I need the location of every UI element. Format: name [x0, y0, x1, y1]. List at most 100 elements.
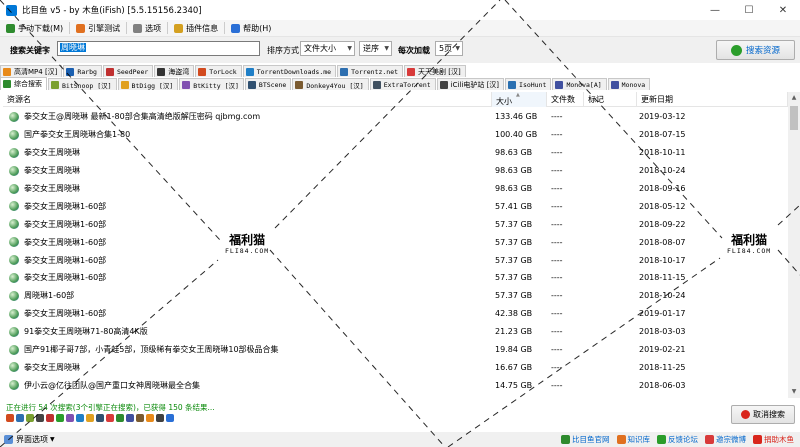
engine-status-icon: [46, 414, 54, 422]
engine-tab[interactable]: TorrentDownloads.me: [242, 65, 337, 77]
footer-link[interactable]: 知识库: [616, 434, 650, 445]
menu-icon: [174, 23, 184, 33]
menu-item[interactable]: 帮助(H): [227, 21, 275, 36]
table-row[interactable]: 周晓琳1-60部 57.37 GB ---- 2018-10-24: [3, 287, 788, 305]
row-date: 2018-09-22: [639, 219, 686, 229]
table-row[interactable]: 拳交女王周晓琳 98.63 GB ---- 2018-09-16: [3, 180, 788, 198]
engine-tab[interactable]: TorLock: [195, 65, 242, 77]
sort-select[interactable]: 文件大小 ▼: [300, 41, 355, 56]
column-header-name[interactable]: 资源名: [3, 92, 492, 107]
order-select[interactable]: 逆序 ▼: [359, 41, 392, 56]
engine-status-icon: [26, 414, 34, 422]
table-row[interactable]: 拳交女王周晓琳1-60部 57.37 GB ---- 2018-11-15: [3, 269, 788, 287]
table-row[interactable]: 伊小云@亿往团队@国产重口女神周晓琳最全合集 14.75 GB ---- 2018-0…: [3, 376, 788, 394]
engine-tab[interactable]: Rarbg: [63, 65, 102, 77]
row-name: 拳交女王周晓琳1-60部: [24, 309, 107, 319]
menu-item[interactable]: 选项: [129, 21, 165, 36]
row-count: ----: [551, 166, 563, 176]
table-row[interactable]: 拳交女王周晓琳1-60部 57.37 GB ---- 2018-10-17: [3, 251, 788, 269]
table-row[interactable]: 拳交女王周晓琳1-60部 57.37 GB ---- 2018-09-22: [3, 215, 788, 233]
engine-tab[interactable]: BtKitty [汉]: [179, 78, 244, 90]
maximize-icon[interactable]: ☐: [732, 0, 766, 20]
engine-tab-label: Rarbg: [77, 67, 97, 76]
row-size: 57.37 GB: [495, 273, 533, 283]
row-size: 14.75 GB: [495, 380, 533, 390]
cancel-search-button[interactable]: 取消搜索: [731, 405, 795, 424]
footer-link[interactable]: 邀宗微博: [705, 434, 746, 445]
vertical-scrollbar[interactable]: ▲ ▼: [788, 92, 800, 398]
engine-tab[interactable]: IsoHunt: [505, 78, 552, 90]
engine-tab[interactable]: Donkey4You [汉]: [292, 78, 369, 90]
window-title: 比目鱼 v5 - by 木鱼(iFish) [5.5.15156.2340]: [22, 6, 202, 16]
engine-icons: [6, 414, 176, 424]
table-row[interactable]: 拳交女王@周晓琳 最新1-80部合集高清绝版解压密码 qjbmg.com 133.…: [3, 108, 788, 126]
table-row[interactable]: 国产拳交女王周晓琳合集1-80 100.40 GB ---- 2018-07-15: [3, 126, 788, 144]
globe-icon: [9, 326, 19, 337]
engine-tab[interactable]: 海盗湾: [154, 65, 195, 77]
menu-item[interactable]: 引擎测试: [72, 21, 124, 36]
table-row[interactable]: 拳交女王周晓琳 98.63 GB ---- 2018-10-24: [3, 162, 788, 180]
engine-status-icon: [66, 414, 74, 422]
engine-tab[interactable]: Torrentz.net: [337, 65, 404, 77]
engine-tab[interactable]: BitSnoop [汉]: [48, 78, 117, 90]
table-row[interactable]: 拳交女王周晓琳 98.63 GB ---- 2018-10-11: [3, 144, 788, 162]
engine-icon: [295, 80, 304, 89]
table-row[interactable]: 国产91椰子哥7部，小青蛙5部，顶级稀有拳交女王周晓琳10部极品合集 19.84 …: [3, 341, 788, 359]
row-name: 91拳交女王周晓琳71-80高清4K版: [24, 327, 148, 337]
footer-link[interactable]: 反馈论坛: [657, 434, 698, 445]
row-name: 拳交女王周晓琳1-60部: [24, 273, 107, 283]
row-name-cell: 拳交女王周晓琳1-60部: [3, 219, 492, 230]
engine-status-icon: [76, 414, 84, 422]
scroll-up-icon[interactable]: ▲: [788, 92, 800, 104]
column-header-date[interactable]: 更新日期: [637, 92, 788, 107]
globe-icon: [9, 362, 19, 373]
row-date: 2018-10-24: [639, 291, 686, 301]
ui-options-button[interactable]: 界面选项 ▼: [4, 434, 55, 445]
search-input[interactable]: 周晓琳: [57, 41, 260, 56]
minimize-icon[interactable]: —: [698, 0, 732, 20]
engine-tab[interactable]: ExtraTorrent: [369, 78, 436, 90]
footer-link[interactable]: 比目鱼官网: [561, 434, 610, 445]
engine-tab[interactable]: Monova[A]: [552, 78, 607, 90]
table-row[interactable]: 91拳交女王周晓琳71-80高清4K版 21.23 GB ---- 2018-03-0…: [3, 323, 788, 341]
table-row[interactable]: 拳交女王周晓琳1-60部 42.38 GB ---- 2019-01-17: [3, 305, 788, 323]
engine-tab[interactable]: Monova: [607, 78, 651, 90]
scroll-down-icon[interactable]: ▼: [788, 386, 800, 398]
menu-separator: [69, 22, 71, 34]
row-count: ----: [551, 148, 563, 158]
table-row[interactable]: 拳交女王周晓琳 16.67 GB ---- 2018-11-25: [3, 358, 788, 376]
menu-icon: [6, 23, 15, 33]
column-header-count[interactable]: 文件数: [547, 92, 584, 107]
row-name: 拳交女王周晓琳1-60部: [24, 219, 107, 229]
close-icon[interactable]: ✕: [766, 0, 800, 20]
engine-icon: [245, 67, 254, 76]
batch-select[interactable]: 5页 ▼: [435, 41, 463, 56]
order-select-value: 逆序: [363, 44, 379, 53]
engine-tab-label: TorLock: [209, 67, 237, 76]
engine-icon: [340, 67, 349, 76]
row-date: 2018-10-11: [639, 148, 686, 158]
engine-status-icon: [126, 414, 134, 422]
engine-tab[interactable]: 天天美剧 [汉]: [404, 65, 466, 77]
list-header: 资源名 大小 文件数 标记 更新日期: [3, 92, 788, 107]
search-button[interactable]: 搜索资源: [716, 40, 795, 60]
table-row[interactable]: 拳交女王周晓琳1-60部 57.41 GB ---- 2018-05-12: [3, 197, 788, 215]
globe-icon: [9, 147, 19, 158]
table-row[interactable]: 拳交女王周晓琳1-60部 57.37 GB ---- 2018-08-07: [3, 233, 788, 251]
row-date: 2018-10-17: [639, 255, 686, 265]
engine-tab[interactable]: BtDigg [汉]: [117, 78, 179, 90]
scroll-thumb[interactable]: [790, 106, 798, 130]
column-header-tag[interactable]: 标记: [584, 92, 637, 107]
menu-item[interactable]: 插件信息: [170, 21, 222, 36]
footer-link[interactable]: 捐助木鱼: [753, 434, 794, 445]
engine-tab[interactable]: BTScene: [244, 78, 292, 90]
engine-tab[interactable]: 综合搜索: [0, 77, 47, 90]
globe-icon: [9, 129, 19, 140]
menu-item[interactable]: 手动下载(M): [2, 21, 67, 36]
engine-tab[interactable]: 高清MP4 [汉]: [0, 65, 63, 77]
engine-tab[interactable]: SeedPeer: [102, 65, 154, 77]
engine-tabs-row-2: 综合搜索 BitSnoop [汉] BtDigg [汉] BtKitty [汉] BTS…: [0, 77, 800, 90]
engine-tab-label: iCili电驴站 [汉]: [450, 80, 500, 89]
engine-tab[interactable]: iCili电驴站 [汉]: [436, 78, 505, 90]
globe-icon: [9, 255, 19, 266]
